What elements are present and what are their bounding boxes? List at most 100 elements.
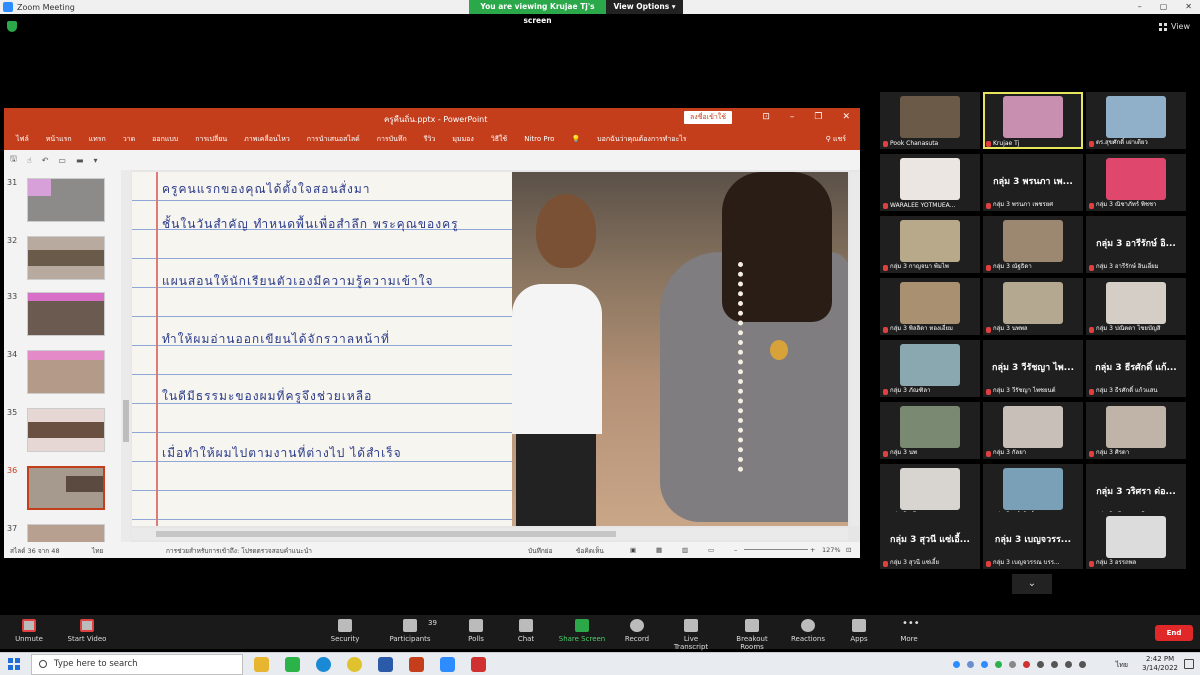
reactions-button[interactable]: Reactions	[790, 619, 826, 643]
bluetooth-icon[interactable]	[953, 661, 960, 668]
slide-thumbnail[interactable]	[27, 292, 105, 336]
participant-tile[interactable]: กลุ่ม 3 ธีรศักดิ์ แก้... กลุ่ม 3 ธีรศักดิ…	[1086, 340, 1186, 397]
security-shield-icon[interactable]	[7, 21, 17, 32]
antivirus-icon[interactable]	[1023, 661, 1030, 668]
slide-horizontal-scrollbar[interactable]	[132, 528, 848, 540]
ribbon-tab[interactable]: รีวิว	[424, 134, 436, 145]
participant-tile[interactable]: กลุ่ม 3 พรนภา เพ... กลุ่ม 3 พรนภา เพชรยศ	[983, 154, 1083, 211]
slide-thumbnail[interactable]	[27, 236, 105, 280]
wifi-icon[interactable]	[1065, 661, 1072, 668]
minimize-button[interactable]: –	[1138, 0, 1142, 14]
edge-browser-icon[interactable]	[316, 657, 331, 672]
tell-me-search[interactable]: บอกฉันว่าคุณต้องการทำอะไร	[597, 134, 686, 145]
participant-tile[interactable]: กลุ่ม 3 กัลยา	[983, 402, 1083, 459]
ribbon-tab[interactable]: หน้าแรก	[46, 134, 72, 145]
tray-app-icon[interactable]	[967, 661, 974, 668]
gallery-next-page-button[interactable]: ⌄	[1012, 574, 1052, 594]
more-button[interactable]: ••• More	[896, 619, 922, 644]
word-app-icon[interactable]	[378, 657, 393, 672]
ribbon-tab[interactable]: ไฟล์	[16, 134, 29, 145]
participant-tile[interactable]: WARALEE YOTMUEA...	[880, 154, 980, 211]
customize-icon[interactable]: ▾	[94, 156, 98, 165]
participant-tile[interactable]: กลุ่ม 3 กาญจนา พ้มไพ	[880, 216, 980, 273]
line-app-icon[interactable]	[285, 657, 300, 672]
participant-tile[interactable]: กลุ่ม 3 นพพล	[983, 278, 1083, 335]
microphone-tray-icon[interactable]	[1037, 661, 1044, 668]
ppt-signin-button[interactable]: ลงชื่อเข้าใช้	[684, 111, 732, 124]
taskbar-clock[interactable]: 2:42 PM 3/14/2022	[1142, 655, 1178, 673]
participant-tile[interactable]: กลุ่ม 3 อรรถพล	[1086, 512, 1186, 569]
powerpoint-app-icon[interactable]	[409, 657, 424, 672]
view-button[interactable]: View	[1159, 22, 1190, 31]
ribbon-tab[interactable]: ออกแบบ	[152, 134, 178, 145]
participant-tile[interactable]: Krujae Tj	[983, 92, 1083, 149]
live-transcript-button[interactable]: Live Transcript	[666, 619, 716, 651]
zoom-level[interactable]: 127%	[822, 546, 841, 554]
close-window-button[interactable]: ✕	[1185, 0, 1192, 14]
ppt-share-button[interactable]: ⚲ แชร์	[826, 134, 846, 145]
slide-thumbnail[interactable]	[27, 408, 105, 452]
record-button[interactable]: Record	[622, 619, 652, 643]
ribbon-tab[interactable]: การเปลี่ยน	[195, 134, 227, 145]
polls-button[interactable]: Polls	[464, 619, 488, 643]
slide-thumbnail-selected[interactable]	[27, 466, 105, 510]
participant-tile[interactable]: กลุ่ม 3 ณิชาภัทร์ พิชชา	[1086, 154, 1186, 211]
view-options-button[interactable]: View Options ▾	[606, 0, 683, 14]
participants-button[interactable]: 39 Participants	[388, 619, 437, 643]
volume-icon[interactable]	[1079, 661, 1086, 668]
file-explorer-icon[interactable]	[254, 657, 269, 672]
participant-tile[interactable]: กลุ่ม 3 นพ	[880, 402, 980, 459]
participant-tile[interactable]: กลุ่ม 3 ปณิตตา ไชยบัญสิ	[1086, 278, 1186, 335]
current-slide[interactable]: ครูคนแรกของคุณได้ตั้งใจสอนสั่งมา ชั้นในว…	[132, 172, 848, 526]
status-language[interactable]: ไทย	[92, 546, 103, 556]
slide-thumbnail[interactable]	[27, 350, 105, 394]
participant-tile[interactable]: กลุ่ม 3 ศิรดา	[1086, 402, 1186, 459]
line-tray-icon[interactable]	[995, 661, 1002, 668]
unmute-button[interactable]: Unmute	[12, 619, 46, 643]
save-icon[interactable]: 🖫	[10, 153, 17, 167]
participant-tile[interactable]: กลุ่ม 3 สุวนี แซ่เอี้... กลุ่ม 3 สุวนี แซ…	[880, 512, 980, 569]
network-icon[interactable]	[1009, 661, 1016, 668]
ppt-restore-icon[interactable]: ❐	[814, 112, 822, 122]
present-icon[interactable]: ▭	[58, 156, 66, 165]
input-language[interactable]: ไทย	[1116, 660, 1128, 671]
ribbon-tab[interactable]: มุมมอง	[452, 134, 473, 145]
pdf-reader-icon[interactable]	[471, 657, 486, 672]
chat-button[interactable]: Chat	[514, 619, 538, 643]
zoom-tray-icon[interactable]	[981, 661, 988, 668]
battery-icon[interactable]	[1051, 661, 1058, 668]
ribbon-tab[interactable]: วิธีใช้	[491, 134, 507, 145]
breakout-rooms-button[interactable]: Breakout Rooms	[724, 619, 780, 651]
zoom-app-icon[interactable]	[440, 657, 455, 672]
ribbon-tab[interactable]: วาด	[123, 134, 135, 145]
status-notes-button[interactable]: บันทึกย่อ	[528, 546, 553, 556]
participant-tile[interactable]: กลุ่ม 3 วีรัชญา ไพ... กลุ่ม 3 วีรัชญา ไพช…	[983, 340, 1083, 397]
ribbon-tab[interactable]: การนำเสนอสไลด์	[307, 134, 360, 145]
taskbar-search-input[interactable]: Type here to search	[31, 654, 243, 675]
zoom-slider[interactable]	[744, 549, 808, 550]
status-comments-button[interactable]: ข้อคิดเห็น	[576, 546, 604, 556]
participant-tile[interactable]: ดร.สุขศักดิ์ เผ่าเดียว	[1086, 92, 1186, 149]
chrome-browser-icon[interactable]	[347, 657, 362, 672]
slide-vertical-scrollbar[interactable]	[850, 172, 860, 526]
folder-icon[interactable]: ▬	[76, 156, 84, 165]
end-meeting-button[interactable]: End	[1155, 625, 1193, 641]
participant-tile[interactable]: กลุ่ม 3 พิลลิดา ทองเอี่ยม	[880, 278, 980, 335]
normal-view-icon[interactable]: ▣	[630, 546, 636, 554]
participant-tile[interactable]: กลุ่ม 3 เบญจวรร... กลุ่ม 3 เบญจวรรณ บรร..…	[983, 512, 1083, 569]
security-button[interactable]: Security	[328, 619, 362, 643]
scrollbar-thumb[interactable]	[123, 400, 129, 442]
zoom-in-icon[interactable]: +	[810, 546, 815, 554]
participant-tile[interactable]: กลุ่ม 3 ภัณฑิลา	[880, 340, 980, 397]
participant-tile[interactable]: Pook Chanasuta	[880, 92, 980, 149]
ribbon-tab[interactable]: การบันทึก	[377, 134, 407, 145]
slide-sorter-icon[interactable]: ▦	[656, 546, 662, 554]
zoom-out-icon[interactable]: –	[734, 546, 737, 554]
participant-tile[interactable]: กลุ่ม 3 ณัฐธิดา	[983, 216, 1083, 273]
slide-thumbnail[interactable]	[27, 178, 105, 222]
share-screen-button[interactable]: Share Screen	[558, 619, 606, 643]
ribbon-tab[interactable]: แทรก	[89, 134, 106, 145]
thumbnail-scrollbar[interactable]	[121, 170, 131, 542]
undo-icon[interactable]: ↶	[42, 156, 49, 165]
slide-thumbnail[interactable]	[27, 524, 105, 542]
